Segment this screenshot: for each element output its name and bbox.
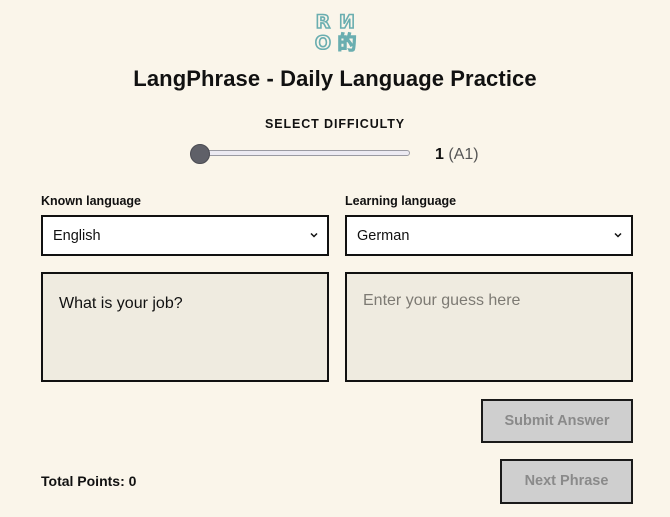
- learning-language-select[interactable]: German: [345, 215, 633, 256]
- total-points: Total Points: 0: [41, 473, 137, 489]
- guess-panel: [345, 272, 633, 382]
- chevron-down-icon: [614, 232, 622, 238]
- difficulty-level-readout: 1 (A1): [435, 145, 479, 165]
- page-title: LangPhrase - Daily Language Practice: [133, 66, 537, 91]
- difficulty-level-number: 1: [435, 146, 444, 163]
- phrase-text: What is your job?: [59, 295, 183, 312]
- guess-input[interactable]: [347, 274, 631, 380]
- phrase-panel: What is your job?: [41, 272, 329, 382]
- submit-answer-button[interactable]: Submit Answer: [481, 399, 633, 443]
- chevron-down-icon: [310, 232, 318, 238]
- difficulty-level-cefr: (A1): [448, 146, 479, 163]
- learning-language-value: German: [357, 228, 410, 244]
- known-language-select[interactable]: English: [41, 215, 329, 256]
- difficulty-slider-thumb[interactable]: [190, 144, 210, 164]
- known-language-label: Known language: [41, 194, 141, 208]
- known-language-value: English: [53, 228, 101, 244]
- logo-glyph-cyrillic: И: [338, 11, 355, 33]
- difficulty-label: SELECT DIFFICULTY: [264, 117, 406, 131]
- logo-glyph-r: R: [315, 11, 331, 33]
- difficulty-slider-track[interactable]: [199, 150, 410, 156]
- logo-glyph-cjk: 的: [337, 32, 357, 54]
- langphrase-logo: R И O 的: [313, 11, 361, 56]
- app-root: R И O 的 LangPhrase - Daily Language Prac…: [0, 0, 670, 517]
- logo-glyph-o: O: [314, 32, 332, 54]
- next-phrase-button[interactable]: Next Phrase: [500, 459, 633, 504]
- learning-language-label: Learning language: [345, 194, 457, 208]
